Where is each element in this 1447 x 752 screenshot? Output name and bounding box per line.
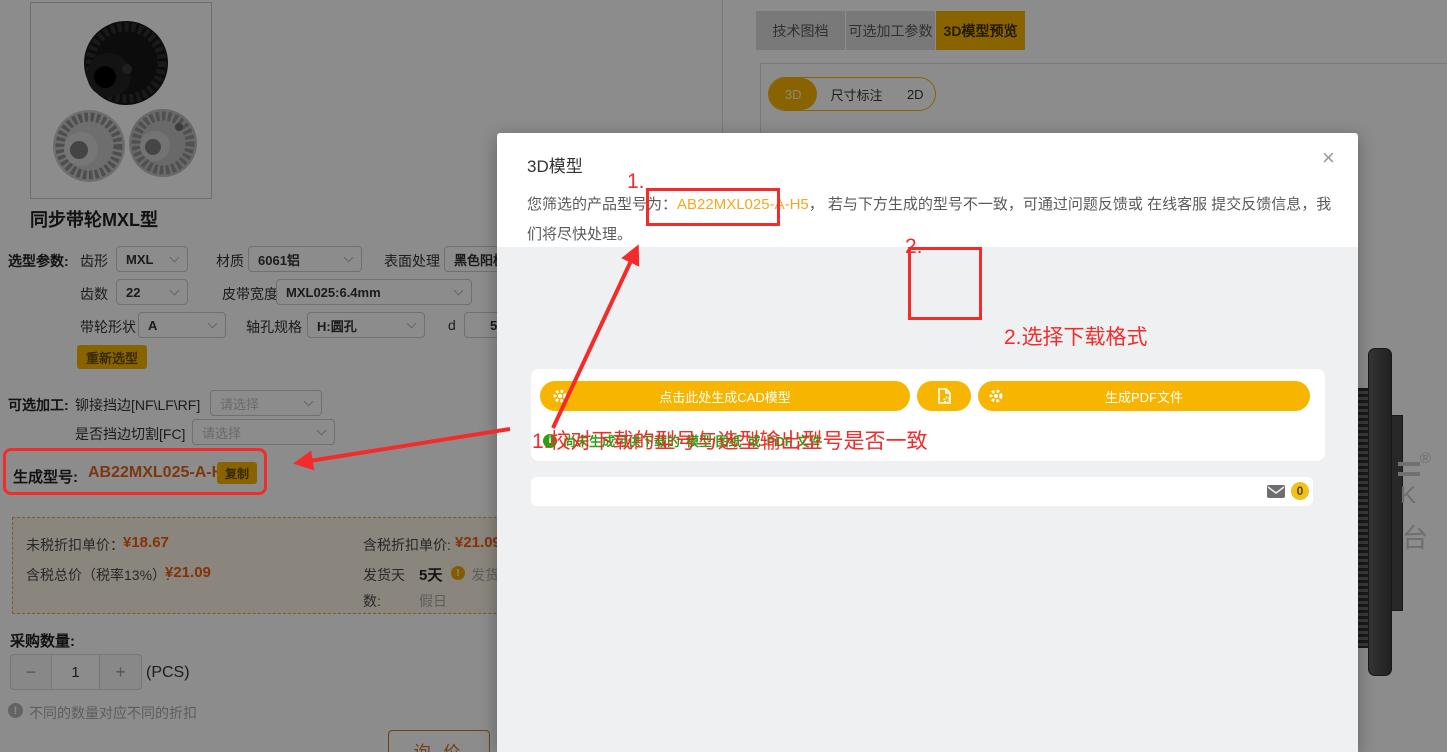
generate-panel: 点击此处生成CAD模型 生成PDF文件 — [531, 369, 1325, 461]
generate-cad-button[interactable]: 点击此处生成CAD模型 — [540, 381, 910, 411]
modal-title: 3D模型 — [527, 152, 583, 177]
info-prefix: 尚未生成可供下载的 — [563, 431, 680, 450]
gear-icon — [552, 388, 568, 404]
download-format-button[interactable] — [917, 381, 971, 411]
modal-model-number: AB22MXL025-A-H5 — [677, 196, 809, 213]
info-pdf-link: PDF 文件 — [767, 431, 823, 450]
not-generated-info: i 尚未生成可供下载的 模型/图纸 或 PDF 文件 — [543, 431, 822, 450]
modal-3d-model: 3D模型 × 您筛选的产品型号为：AB22MXL025-A-H5， 若与下方生成… — [497, 133, 1358, 752]
pdf-gear-icon — [988, 388, 1004, 404]
generate-cad-label: 点击此处生成CAD模型 — [659, 387, 790, 406]
desc-prefix: 您筛选的产品型号为： — [527, 196, 677, 213]
generate-pdf-label: 生成PDF文件 — [1105, 387, 1183, 406]
modal-description: 您筛选的产品型号为：AB22MXL025-A-H5， 若与下方生成的型号不一致，… — [527, 190, 1333, 250]
message-bar: 0 — [531, 477, 1313, 506]
viewer-iframe-area: 点击此处生成CAD模型 生成PDF文件 — [497, 247, 1358, 752]
info-mid: 或 — [748, 431, 761, 450]
mail-count-badge: 0 — [1291, 482, 1309, 500]
generate-pdf-button[interactable]: 生成PDF文件 — [978, 381, 1310, 411]
info-model-link: 模型/图纸 — [686, 431, 742, 450]
mail-icon[interactable] — [1267, 485, 1285, 498]
info-icon: i — [543, 434, 557, 448]
close-icon[interactable]: × — [1322, 147, 1335, 169]
file-download-icon — [935, 387, 953, 405]
